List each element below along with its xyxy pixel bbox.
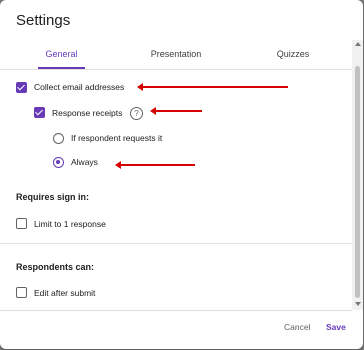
cancel-button[interactable]: Cancel bbox=[284, 322, 310, 332]
tab-presentation[interactable]: Presentation bbox=[140, 49, 212, 59]
collect-email-checkbox[interactable] bbox=[16, 82, 27, 93]
limit-one-response-checkbox[interactable] bbox=[16, 218, 27, 229]
radio-if-requested[interactable] bbox=[53, 133, 64, 144]
scroll-thumb[interactable] bbox=[355, 66, 360, 298]
scroll-down-icon[interactable] bbox=[355, 302, 361, 306]
response-receipts-checkbox[interactable] bbox=[34, 107, 45, 118]
settings-scrollbar[interactable] bbox=[352, 40, 363, 310]
annotation-arrow-collect-email bbox=[137, 83, 288, 91]
respondents-can-heading: Respondents can: bbox=[16, 262, 95, 272]
edit-after-submit-checkbox[interactable] bbox=[16, 287, 27, 298]
edit-after-submit-label: Edit after submit bbox=[34, 288, 96, 298]
settings-dialog: Settings General Presentation Quizzes Co… bbox=[0, 0, 363, 349]
annotation-arrow-always bbox=[115, 161, 195, 169]
limit-one-response-label: Limit to 1 response bbox=[34, 219, 106, 229]
radio-if-requested-label: If respondent requests it bbox=[71, 133, 163, 143]
save-button[interactable]: Save bbox=[326, 322, 346, 332]
tab-quizzes[interactable]: Quizzes bbox=[268, 49, 318, 59]
response-receipts-label: Response receipts bbox=[52, 108, 123, 118]
dialog-title: Settings bbox=[16, 12, 71, 29]
requires-sign-in-heading: Requires sign in: bbox=[16, 192, 90, 202]
tab-bar: General Presentation Quizzes bbox=[0, 40, 363, 69]
tab-general[interactable]: General bbox=[38, 49, 85, 59]
radio-always[interactable] bbox=[53, 157, 64, 168]
help-icon[interactable]: ? bbox=[130, 107, 143, 120]
collect-email-label: Collect email addresses bbox=[34, 82, 125, 92]
tabs-divider bbox=[0, 69, 352, 70]
radio-always-label: Always bbox=[71, 157, 98, 167]
scroll-up-icon[interactable] bbox=[355, 42, 361, 46]
footer-divider bbox=[0, 310, 352, 311]
annotation-arrow-response-receipts bbox=[150, 107, 202, 115]
section-divider bbox=[0, 243, 352, 244]
